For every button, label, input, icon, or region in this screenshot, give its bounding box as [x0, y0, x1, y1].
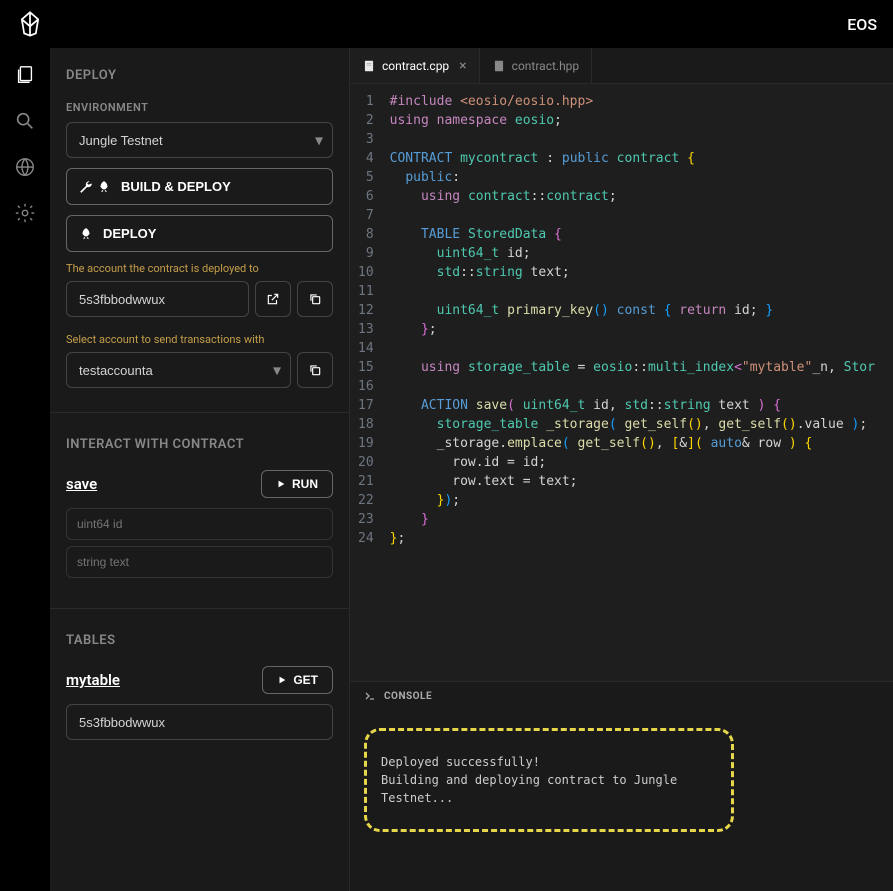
code-editor[interactable]: 123456789101112131415161718192021222324 … [350, 84, 893, 681]
param-text-input[interactable] [66, 546, 333, 578]
build-deploy-button[interactable]: BUILD & DEPLOY [66, 168, 333, 205]
send-tx-label: Select account to send transactions with [66, 333, 333, 346]
environment-select[interactable]: Jungle Testnet [66, 122, 333, 158]
gear-icon[interactable] [14, 202, 36, 224]
copy-button[interactable] [297, 352, 333, 388]
globe-icon[interactable] [14, 156, 36, 178]
rocket-icon [97, 180, 111, 194]
line-gutter: 123456789101112131415161718192021222324 [350, 84, 390, 681]
interact-section-title: INTERACT WITH CONTRACT [66, 437, 333, 452]
file-icon [362, 59, 376, 73]
deployed-account-label: The account the contract is deployed to [66, 262, 333, 275]
terminal-icon [364, 690, 376, 702]
environment-label: ENVIRONMENT [66, 101, 333, 114]
open-external-button[interactable] [255, 281, 291, 317]
files-icon[interactable] [14, 64, 36, 86]
console-output: Deployed successfully! Building and depl… [364, 728, 734, 832]
copy-button[interactable] [297, 281, 333, 317]
send-tx-select[interactable]: testaccounta [66, 352, 291, 388]
rocket-icon [79, 227, 93, 241]
code-content[interactable]: #include <eosio/eosio.hpp>using namespac… [390, 84, 893, 681]
deployed-account-input[interactable] [66, 281, 249, 317]
tab-contract-cpp[interactable]: contract.cpp × [350, 48, 480, 83]
search-icon[interactable] [14, 110, 36, 132]
play-icon [276, 479, 286, 489]
topbar-product-name: EOS [847, 15, 877, 34]
run-button[interactable]: RUN [261, 470, 333, 498]
editor-pane: contract.cpp × contract.hpp 123456789101… [350, 48, 893, 891]
wrench-icon [79, 180, 93, 194]
table-account-input[interactable] [66, 704, 333, 740]
action-save-name[interactable]: save [66, 475, 97, 493]
get-button[interactable]: GET [262, 666, 333, 694]
close-icon[interactable]: × [459, 58, 466, 74]
param-id-input[interactable] [66, 508, 333, 540]
play-icon [277, 675, 287, 685]
editor-tabs: contract.cpp × contract.hpp [350, 48, 893, 84]
sidebar: DEPLOY ENVIRONMENT Jungle Testnet ▾ BUIL… [50, 48, 350, 891]
tab-contract-hpp[interactable]: contract.hpp [480, 48, 593, 83]
file-icon [492, 59, 506, 73]
console-header[interactable]: CONSOLE [350, 682, 893, 710]
tables-section-title: TABLES [66, 633, 333, 648]
deploy-button[interactable]: DEPLOY [66, 215, 333, 252]
table-name[interactable]: mytable [66, 671, 120, 689]
console-panel: CONSOLE Deployed successfully! Building … [350, 681, 893, 891]
app-logo [16, 10, 44, 38]
icon-rail [0, 48, 50, 891]
topbar: EOS [0, 0, 893, 48]
deploy-section-title: DEPLOY [66, 68, 333, 83]
